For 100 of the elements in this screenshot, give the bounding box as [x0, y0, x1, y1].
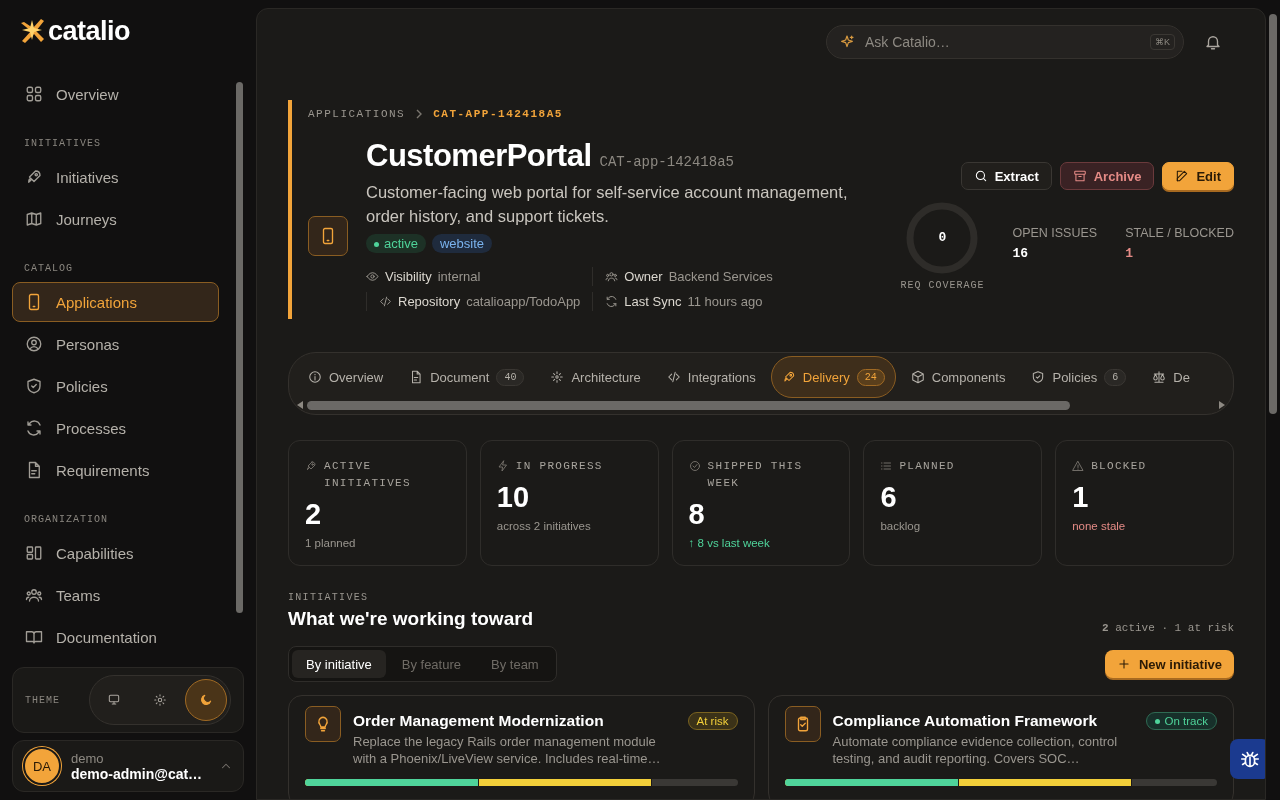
tab[interactable]: Components: [899, 356, 1017, 398]
meta-key: Visibility: [385, 269, 432, 284]
metric-label: IN PROGRESS: [515, 459, 603, 474]
nav-item[interactable]: Journeys: [12, 199, 220, 239]
meta-key: Last Sync: [624, 294, 682, 309]
nav-item[interactable]: Personas: [12, 324, 220, 364]
meta-value: internal: [437, 269, 481, 284]
tab[interactable]: Overview: [297, 356, 395, 398]
tab-count: 24: [856, 368, 885, 386]
initiative-summary: 2 active · 1 at risk: [1101, 622, 1234, 634]
view-option[interactable]: By team: [477, 650, 553, 678]
code-icon: [379, 295, 392, 308]
initiative-title: Compliance Automation Framework: [832, 712, 1099, 730]
stat-label: STALE / BLOCKED: [1125, 226, 1234, 240]
theme-option[interactable]: [185, 679, 227, 721]
nav-item[interactable]: Documentation: [12, 617, 220, 657]
metric-label: ACTIVE INITIATIVES: [324, 459, 412, 491]
initiative-description: Automate compliance evidence collection, control testing, and audit reporting. Covers SOC…: [832, 733, 1119, 767]
new-initiative-button[interactable]: New initiative: [1104, 650, 1234, 678]
nav-item[interactable]: Requirements: [12, 450, 220, 490]
search-input[interactable]: Ask Catalio…: [863, 33, 1142, 51]
metric-value: 1: [1072, 481, 1090, 514]
book-icon: [25, 628, 43, 646]
archive-icon: [1072, 169, 1087, 183]
sparkle-icon: [839, 34, 855, 50]
scroll-right-icon[interactable]: [1219, 401, 1225, 409]
warn-icon: [1072, 460, 1085, 472]
metric-label: BLOCKED: [1091, 459, 1147, 474]
section-label: CATALOG: [23, 262, 74, 276]
shield-icon: [1031, 370, 1046, 384]
app-code: CAT-app-142418a5: [599, 154, 734, 170]
nav-item[interactable]: Overview: [12, 74, 220, 114]
plus-icon: [1116, 657, 1131, 671]
section-title: What we're working toward: [288, 608, 534, 630]
coverage-label: REQ COVERAGE: [900, 280, 985, 291]
grid-icon: [25, 85, 43, 103]
scale-icon: [1152, 370, 1167, 384]
breadcrumb-current: CAT-APP-142418A5: [433, 108, 563, 120]
nav-item[interactable]: Initiatives: [12, 157, 220, 197]
metric-note: none stale: [1072, 520, 1127, 532]
breadcrumb-link[interactable]: APPLICATIONS: [308, 108, 406, 120]
search-field[interactable]: Ask Catalio… ⌘K: [826, 25, 1184, 59]
metric-label: SHIPPED THIS WEEK: [707, 459, 804, 491]
meta-value: Backend Services: [668, 269, 773, 284]
blocks-icon: [25, 544, 43, 562]
view-option[interactable]: By feature: [387, 650, 475, 678]
map-icon: [25, 210, 43, 228]
tab[interactable]: Integrations: [655, 356, 767, 398]
list-icon: [880, 460, 893, 472]
action-button[interactable]: Archive: [1059, 162, 1155, 190]
file-icon: [409, 370, 424, 384]
sun-icon: [153, 693, 167, 707]
metric-note: ↑ 8 vs last week: [688, 537, 771, 549]
user-name: demo: [71, 750, 105, 766]
scrollbar[interactable]: [297, 398, 1225, 412]
bug-report-button[interactable]: [1230, 739, 1265, 779]
tag: website: [431, 234, 493, 253]
section-label: ORGANIZATION: [23, 513, 109, 527]
nav-item[interactable]: Applications: [12, 282, 220, 322]
team-icon: [605, 270, 619, 283]
bolt-icon: [496, 460, 509, 472]
nav-item[interactable]: Capabilities: [12, 533, 220, 573]
initiative-title: Order Management Modernization: [353, 712, 605, 730]
sync-icon: [25, 419, 43, 437]
action-button[interactable]: Edit: [1162, 162, 1234, 190]
code-icon: [666, 370, 681, 384]
monitor-icon: [107, 693, 121, 707]
view-option[interactable]: By initiative: [292, 650, 386, 678]
app-title: CustomerPortal: [366, 138, 592, 174]
user-email: demo-admin@cat…: [71, 765, 204, 782]
tab-count: 40: [496, 368, 525, 386]
tab[interactable]: Delivery 24: [770, 356, 896, 398]
shortcut-key: ⌘K: [1150, 34, 1175, 50]
metric-note: across 2 initiatives: [496, 520, 592, 532]
nav-item[interactable]: Teams: [12, 575, 220, 615]
app-description: Customer-facing web portal for self-service account management, order history, and support tickets.: [366, 182, 849, 227]
stat-value: 1: [1125, 246, 1134, 261]
search-icon: [973, 169, 988, 183]
tab[interactable]: De: [1141, 356, 1201, 398]
user-menu[interactable]: DA demo demo-admin@cat…: [12, 740, 244, 792]
metric-value: 2: [305, 498, 323, 531]
scroll-left-icon[interactable]: [297, 401, 303, 409]
nav-item[interactable]: Processes: [12, 408, 220, 448]
eye-icon: [366, 270, 379, 283]
tab[interactable]: Document 40: [398, 356, 536, 398]
shield-icon: [25, 377, 43, 395]
moon-icon: [199, 693, 213, 707]
coverage-value: 0: [938, 230, 947, 245]
tab[interactable]: Architecture: [539, 356, 652, 398]
nav-item[interactable]: Policies: [12, 366, 220, 406]
sync-icon: [605, 295, 619, 308]
initiative-description: Replace the legacy Rails order management module with a Phoenix/LiveView service. Includes real-time…: [353, 733, 662, 767]
user-avatar: DA: [23, 747, 61, 785]
section-label: INITIATIVES: [23, 137, 102, 151]
action-button[interactable]: Extract: [960, 162, 1052, 190]
tag: active: [366, 234, 426, 253]
metric-note: 1 planned: [305, 537, 357, 549]
stat-value: 16: [1012, 246, 1029, 261]
tab[interactable]: Policies 6: [1020, 356, 1138, 398]
meta-key: Repository: [398, 294, 461, 309]
